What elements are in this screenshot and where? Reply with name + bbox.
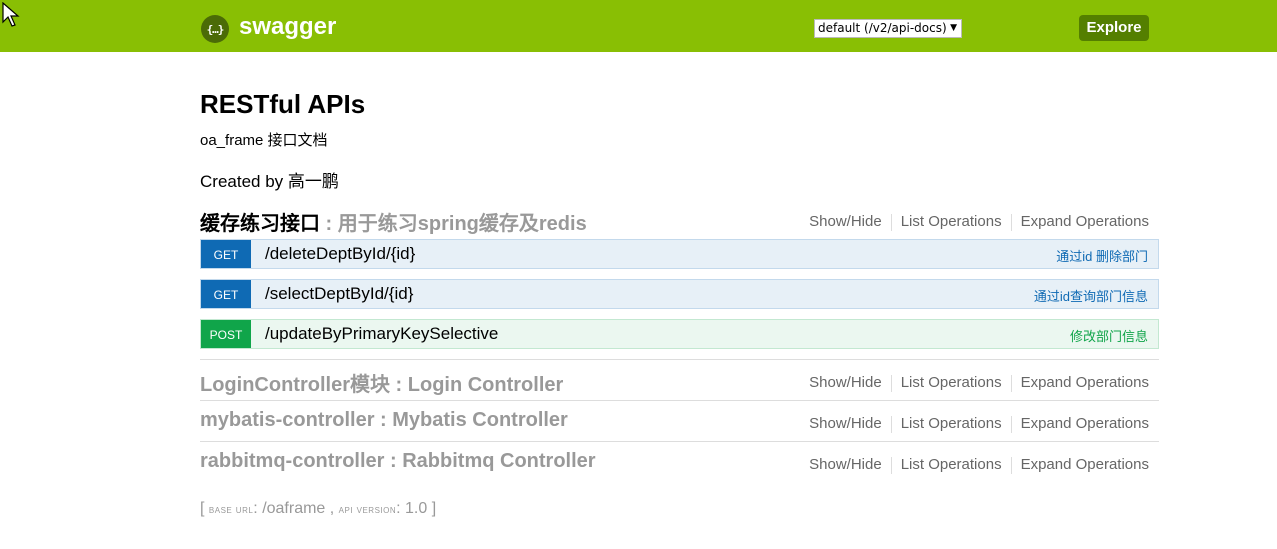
api-description: oa_frame 接口文档 bbox=[200, 132, 328, 149]
list-operations-link[interactable]: List Operations bbox=[901, 415, 1002, 432]
expand-operations-link[interactable]: Expand Operations bbox=[1021, 415, 1149, 432]
link-separator bbox=[1010, 213, 1012, 231]
link-separator bbox=[890, 456, 892, 474]
operation-get-deleteDeptById[interactable]: GET /deleteDeptById/{id} 通过id 删除部门 bbox=[200, 239, 1159, 269]
show-hide-link[interactable]: Show/Hide bbox=[809, 415, 882, 432]
operation-path[interactable]: /updateByPrimaryKeySelective bbox=[265, 324, 498, 344]
expand-operations-link[interactable]: Expand Operations bbox=[1021, 456, 1149, 473]
resource-divider bbox=[200, 400, 1159, 401]
api-version-value: : 1.0 ] bbox=[396, 500, 437, 517]
link-separator bbox=[890, 213, 892, 231]
resource-rabbitmq-controller: rabbitmq-controller : Rabbitmq Controlle… bbox=[200, 450, 1159, 480]
base-url-label: base url bbox=[208, 504, 254, 516]
operation-summary[interactable]: 通过id查询部门信息 bbox=[1034, 286, 1148, 305]
resource-name[interactable]: 缓存练习接口 bbox=[200, 213, 320, 235]
created-by: Created by 高一鹏 bbox=[200, 167, 339, 192]
author-name: 高一鹏 bbox=[287, 172, 339, 191]
resource-links: Show/Hide List Operations Expand Operation… bbox=[809, 213, 1149, 231]
resource-description[interactable]: : Rabbitmq Controller bbox=[384, 450, 596, 472]
resource-links: Show/Hide List Operations Expand Operation… bbox=[809, 456, 1149, 474]
expand-operations-link[interactable]: Expand Operations bbox=[1021, 374, 1149, 391]
resource-title[interactable]: mybatis-controller : Mybatis Controller bbox=[200, 409, 568, 432]
page-title: RESTful APIs bbox=[200, 89, 366, 119]
resource-cache-practice: 缓存练习接口 : 用于练习spring缓存及redis Show/Hide Lis… bbox=[200, 207, 1159, 237]
api-footer: [ base url: /oaframe , api version: 1.0 … bbox=[200, 500, 436, 518]
list-operations-link[interactable]: List Operations bbox=[901, 374, 1002, 391]
operation-path[interactable]: /selectDeptById/{id} bbox=[265, 284, 413, 304]
resource-name[interactable]: mybatis-controller bbox=[200, 409, 374, 431]
link-separator bbox=[890, 374, 892, 392]
show-hide-link[interactable]: Show/Hide bbox=[809, 374, 882, 391]
resource-description[interactable]: : 用于练习spring缓存及redis bbox=[320, 213, 587, 235]
api-definition-select[interactable]: default (/v2/api-docs) ▼ bbox=[814, 19, 962, 38]
created-by-prefix: Created by bbox=[200, 172, 288, 191]
resource-title[interactable]: rabbitmq-controller : Rabbitmq Controlle… bbox=[200, 450, 596, 473]
resource-title[interactable]: LoginController模块 : Login Controller bbox=[200, 368, 563, 397]
operation-get-selectDeptById[interactable]: GET /selectDeptById/{id} 通过id查询部门信息 bbox=[200, 279, 1159, 309]
list-operations-link[interactable]: List Operations bbox=[901, 456, 1002, 473]
resource-title[interactable]: 缓存练习接口 : 用于练习spring缓存及redis bbox=[200, 207, 587, 236]
http-method-badge[interactable]: GET bbox=[201, 280, 251, 308]
dropdown-arrow-icon: ▼ bbox=[950, 23, 957, 33]
http-method-badge[interactable]: POST bbox=[201, 320, 251, 348]
operation-summary[interactable]: 通过id 删除部门 bbox=[1056, 246, 1148, 265]
resource-links: Show/Hide List Operations Expand Operation… bbox=[809, 374, 1149, 392]
operation-path[interactable]: /deleteDeptById/{id} bbox=[265, 244, 415, 264]
swagger-header: {…} swagger default (/v2/api-docs) ▼ Exp… bbox=[0, 0, 1277, 52]
http-method-badge[interactable]: GET bbox=[201, 240, 251, 268]
base-url-value: : /oaframe , bbox=[253, 500, 339, 517]
expand-operations-link[interactable]: Expand Operations bbox=[1021, 213, 1149, 230]
operation-post-updateByPrimaryKeySelective[interactable]: POST /updateByPrimaryKeySelective 修改部门信息 bbox=[200, 319, 1159, 349]
resource-divider bbox=[200, 441, 1159, 442]
link-separator bbox=[890, 415, 892, 433]
resource-description[interactable]: : Login Controller bbox=[390, 374, 564, 396]
api-version-label: api version bbox=[338, 504, 397, 516]
swagger-logo-icon[interactable]: {…} bbox=[201, 15, 229, 43]
operation-summary[interactable]: 修改部门信息 bbox=[1070, 326, 1148, 345]
mouse-cursor-icon bbox=[2, 2, 20, 27]
resource-divider bbox=[200, 359, 1159, 360]
resource-links: Show/Hide List Operations Expand Operation… bbox=[809, 415, 1149, 433]
resource-mybatis-controller: mybatis-controller : Mybatis Controller … bbox=[200, 409, 1159, 439]
show-hide-link[interactable]: Show/Hide bbox=[809, 213, 882, 230]
show-hide-link[interactable]: Show/Hide bbox=[809, 456, 882, 473]
api-select-value: default (/v2/api-docs) bbox=[818, 21, 947, 35]
list-operations-link[interactable]: List Operations bbox=[901, 213, 1002, 230]
link-separator bbox=[1010, 374, 1012, 392]
link-separator bbox=[1010, 456, 1012, 474]
resource-login-controller: LoginController模块 : Login Controller Sho… bbox=[200, 368, 1159, 398]
explore-button[interactable]: Explore bbox=[1079, 15, 1149, 41]
resource-description[interactable]: : Mybatis Controller bbox=[374, 409, 568, 431]
resource-name[interactable]: rabbitmq-controller bbox=[200, 450, 384, 472]
resource-name[interactable]: LoginController模块 bbox=[200, 374, 390, 396]
link-separator bbox=[1010, 415, 1012, 433]
footer-open-bracket: [ bbox=[200, 500, 209, 517]
swagger-logo-text[interactable]: swagger bbox=[239, 13, 336, 41]
